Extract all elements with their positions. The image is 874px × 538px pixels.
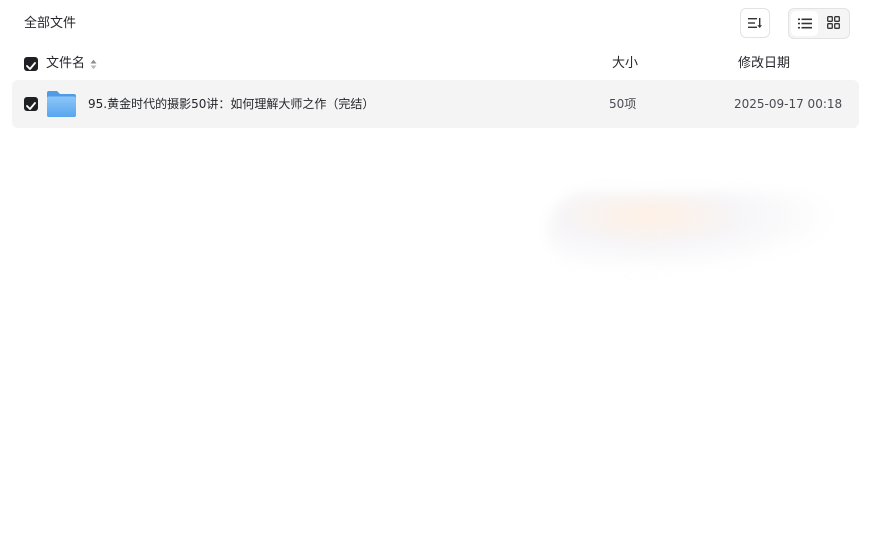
column-header-name[interactable]: 文件名 (46, 55, 97, 73)
file-size: 50项 (609, 97, 637, 111)
list-view-button[interactable] (791, 11, 818, 36)
checkmark-icon (26, 55, 36, 74)
column-header-date[interactable]: 修改日期 (738, 55, 790, 73)
sort-button[interactable] (740, 8, 770, 38)
table-row[interactable]: 95.黄金时代的摄影50讲：如何理解大师之作（完结） 50项 2025-09-1… (12, 80, 859, 128)
decorative-glow (548, 192, 838, 272)
table-header: 文件名 大小 修改日期 (0, 50, 874, 78)
sort-icon (748, 14, 762, 33)
column-header-size[interactable]: 大小 (612, 55, 638, 73)
row-checkbox[interactable] (24, 97, 38, 111)
grid-view-button[interactable] (820, 11, 847, 36)
file-browser: 全部文件 文件名 大小 修改日期 95.黄金时代的摄影50讲：如何理解大师之作（… (0, 0, 874, 538)
checkmark-icon (26, 95, 36, 114)
folder-icon (46, 90, 77, 118)
file-name[interactable]: 95.黄金时代的摄影50讲：如何理解大师之作（完结） (88, 95, 374, 113)
file-modified-date: 2025-09-17 00:18 (734, 97, 843, 111)
list-view-icon (797, 14, 812, 33)
column-name-label: 文件名 (46, 56, 86, 71)
select-all-checkbox[interactable] (24, 57, 38, 71)
view-mode-switch (788, 8, 850, 39)
grid-view-icon (827, 14, 840, 33)
sort-toggle-icon (90, 59, 97, 70)
page-title: 全部文件 (24, 16, 77, 31)
